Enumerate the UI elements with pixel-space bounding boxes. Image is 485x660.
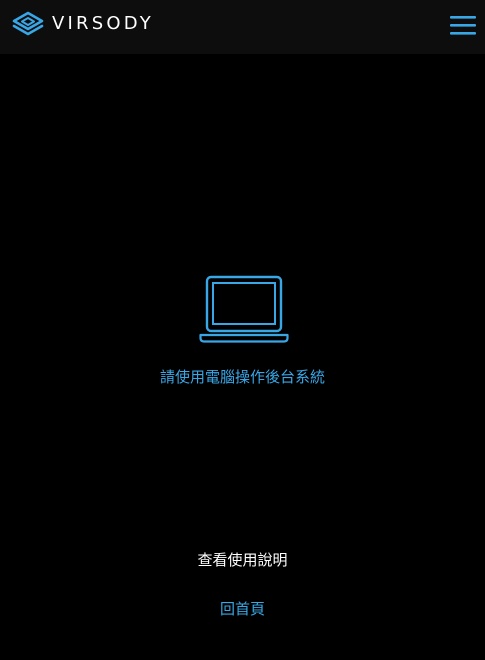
top-bar: VIRSODY: [0, 0, 485, 54]
back-to-home-label: 回首頁: [219, 600, 265, 618]
hamburger-menu-icon: [450, 16, 476, 35]
user-guide-link[interactable]: 查看使用說明: [0, 549, 485, 571]
brand-logo[interactable]: VIRSODY: [12, 11, 154, 37]
laptop-icon: [199, 275, 289, 343]
page: VIRSODY 請使用電腦操作後台系統 查看使用說明 回首頁: [0, 0, 485, 660]
back-to-home-link[interactable]: 回首頁: [0, 598, 485, 620]
layers-diamond-icon: [12, 11, 44, 36]
menu-button[interactable]: [449, 12, 477, 38]
use-desktop-message: 請使用電腦操作後台系統: [159, 368, 325, 386]
brand-name: VIRSODY: [52, 13, 154, 34]
user-guide-label: 查看使用說明: [197, 551, 288, 569]
